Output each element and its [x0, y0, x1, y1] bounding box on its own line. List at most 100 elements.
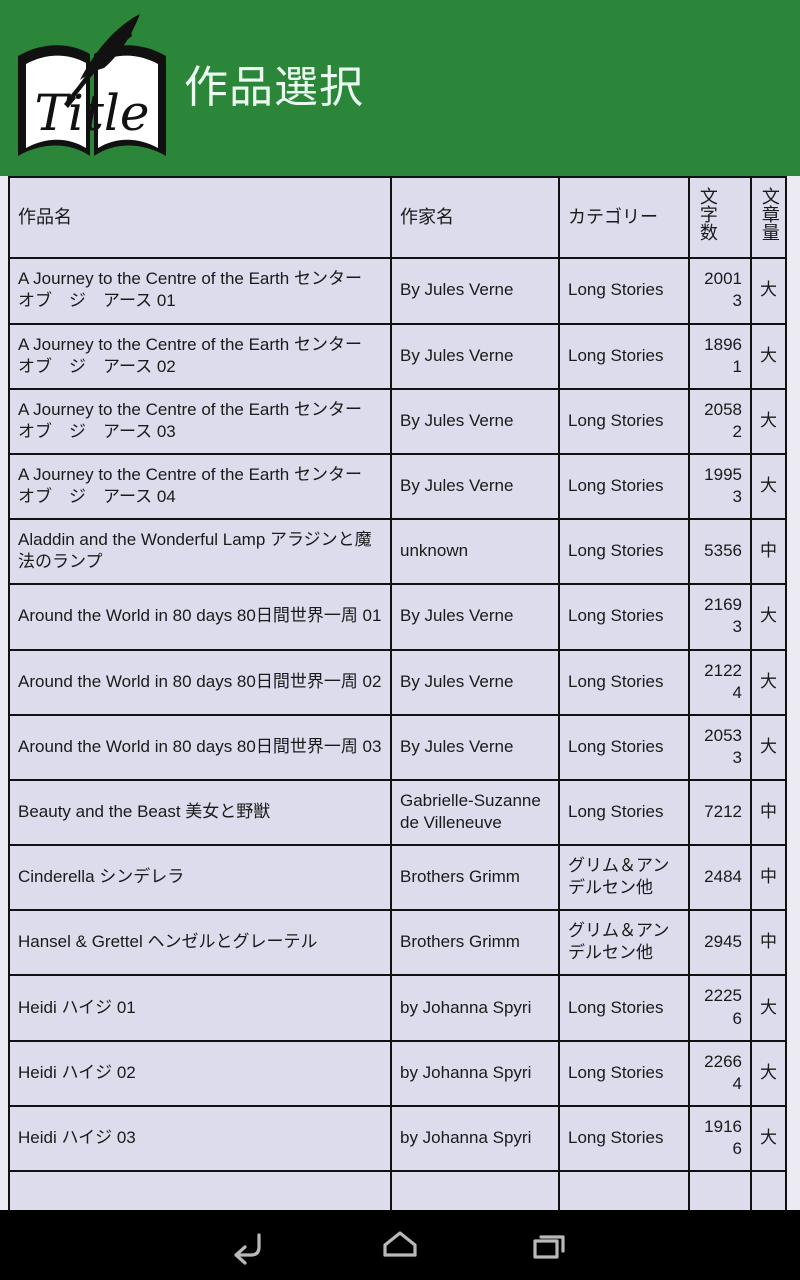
svg-text:Title: Title: [34, 84, 149, 142]
work-title-cell: Aladdin and the Wonderful Lamp アラジンと魔法のラ…: [8, 518, 392, 586]
app-screen: Title 作品選択 作品名 作家名 カテゴリー 文字数 文章量 A Journ…: [0, 0, 800, 1280]
work-charcount-cell: 20582: [688, 387, 752, 455]
app-header: Title 作品選択: [0, 0, 800, 176]
title-book-quill-logo: Title: [12, 8, 172, 168]
work-title-cell: Heidi ハイジ 02: [8, 1039, 392, 1107]
work-title-cell: A Journey to the Centre of the Earth センタ…: [8, 387, 392, 455]
work-author-cell: By Jules Verne: [390, 648, 560, 716]
work-volume-cell: 大: [750, 648, 787, 716]
work-author-cell: By Jules Verne: [390, 583, 560, 651]
work-category-cell: Long Stories: [558, 257, 690, 325]
table-row[interactable]: [8, 1170, 787, 1210]
table-row[interactable]: Around the World in 80 days 80日間世界一周 01 B…: [8, 583, 787, 651]
work-category-cell: Long Stories: [558, 1039, 690, 1107]
work-category-cell: グリム＆アンデルセン他: [558, 844, 690, 912]
table-row[interactable]: Heidi ハイジ 01 by Johanna Spyri Long Stories…: [8, 974, 787, 1042]
work-category-cell: Long Stories: [558, 778, 690, 847]
table-row[interactable]: A Journey to the Centre of the Earth センタ…: [8, 257, 787, 325]
work-author-cell: Brothers Grimm: [390, 844, 560, 912]
home-icon[interactable]: [325, 1210, 475, 1280]
work-author-cell: Gabrielle-Suzanne de Villeneuve: [390, 778, 560, 847]
work-title-cell: Beauty and the Beast 美女と野獣: [8, 778, 392, 847]
work-category-cell: Long Stories: [558, 387, 690, 455]
work-charcount-cell: 7212: [688, 778, 752, 847]
back-icon[interactable]: [175, 1210, 325, 1280]
work-charcount-cell: 19953: [688, 452, 752, 521]
work-volume-cell: 大: [750, 452, 787, 521]
work-category-cell: グリム＆アンデルセン他: [558, 909, 690, 977]
work-category-cell: Long Stories: [558, 713, 690, 781]
work-title-cell: Around the World in 80 days 80日間世界一周 01: [8, 583, 392, 651]
column-header-volume-label: 文章量: [759, 187, 780, 241]
column-header-title[interactable]: 作品名: [8, 176, 392, 260]
work-title-cell: A Journey to the Centre of the Earth センタ…: [8, 452, 392, 521]
table-row[interactable]: A Journey to the Centre of the Earth センタ…: [8, 387, 787, 455]
work-volume-cell: 大: [750, 583, 787, 651]
work-volume-cell: 中: [750, 844, 787, 912]
work-charcount-cell: 2484: [688, 844, 752, 912]
work-title-cell: [8, 1170, 392, 1210]
work-charcount-cell: 19166: [688, 1104, 752, 1173]
work-volume-cell: 大: [750, 322, 787, 390]
table-header-row: 作品名 作家名 カテゴリー 文字数 文章量: [8, 176, 787, 260]
column-header-charcount-label: 文字数: [697, 187, 718, 241]
table-row[interactable]: Around the World in 80 days 80日間世界一周 02 B…: [8, 648, 787, 716]
work-volume-cell: [750, 1170, 787, 1210]
work-volume-cell: 大: [750, 713, 787, 781]
work-charcount-cell: [688, 1170, 752, 1210]
column-header-volume[interactable]: 文章量: [750, 176, 787, 260]
work-volume-cell: 大: [750, 1104, 787, 1173]
work-title-cell: Heidi ハイジ 03: [8, 1104, 392, 1173]
table-row[interactable]: Beauty and the Beast 美女と野獣 Gabrielle-Suza…: [8, 778, 787, 847]
table-row[interactable]: Heidi ハイジ 02 by Johanna Spyri Long Stories…: [8, 1039, 787, 1107]
work-category-cell: Long Stories: [558, 974, 690, 1042]
work-charcount-cell: 21224: [688, 648, 752, 716]
work-category-cell: [558, 1170, 690, 1210]
work-category-cell: Long Stories: [558, 322, 690, 390]
work-volume-cell: 大: [750, 974, 787, 1042]
work-volume-cell: 中: [750, 909, 787, 977]
table-row[interactable]: Cinderella シンデレラ Brothers Grimm グリム＆アンデルセン…: [8, 844, 787, 912]
work-title-cell: Around the World in 80 days 80日間世界一周 03: [8, 713, 392, 781]
work-author-cell: [390, 1170, 560, 1210]
work-category-cell: Long Stories: [558, 452, 690, 521]
work-charcount-cell: 18961: [688, 322, 752, 390]
work-category-cell: Long Stories: [558, 583, 690, 651]
work-volume-cell: 大: [750, 387, 787, 455]
android-navigation-bar: [0, 1210, 800, 1280]
column-header-charcount[interactable]: 文字数: [688, 176, 752, 260]
work-category-cell: Long Stories: [558, 1104, 690, 1173]
page-title: 作品選択: [184, 62, 364, 113]
recents-icon[interactable]: [475, 1210, 625, 1280]
work-title-cell: A Journey to the Centre of the Earth センタ…: [8, 257, 392, 325]
work-author-cell: by Johanna Spyri: [390, 1104, 560, 1173]
works-table-body: A Journey to the Centre of the Earth センタ…: [8, 257, 787, 1210]
work-author-cell: By Jules Verne: [390, 257, 560, 325]
work-title-cell: Cinderella シンデレラ: [8, 844, 392, 912]
work-charcount-cell: 22664: [688, 1039, 752, 1107]
work-author-cell: unknown: [390, 518, 560, 586]
table-row[interactable]: Hansel & Grettel ヘンゼルとグレーテル Brothers Grim…: [8, 909, 787, 977]
table-row[interactable]: Aladdin and the Wonderful Lamp アラジンと魔法のラ…: [8, 518, 787, 586]
work-volume-cell: 大: [750, 257, 787, 325]
work-volume-cell: 大: [750, 1039, 787, 1107]
work-category-cell: Long Stories: [558, 648, 690, 716]
table-row[interactable]: A Journey to the Centre of the Earth センタ…: [8, 322, 787, 390]
work-charcount-cell: 2945: [688, 909, 752, 977]
table-row[interactable]: Heidi ハイジ 03 by Johanna Spyri Long Stories…: [8, 1104, 787, 1173]
work-title-cell: Hansel & Grettel ヘンゼルとグレーテル: [8, 909, 392, 977]
work-title-cell: Heidi ハイジ 01: [8, 974, 392, 1042]
table-row[interactable]: A Journey to the Centre of the Earth センタ…: [8, 452, 787, 521]
column-header-author[interactable]: 作家名: [390, 176, 560, 260]
work-author-cell: Brothers Grimm: [390, 909, 560, 977]
work-charcount-cell: 22256: [688, 974, 752, 1042]
work-author-cell: By Jules Verne: [390, 322, 560, 390]
table-row[interactable]: Around the World in 80 days 80日間世界一周 03 B…: [8, 713, 787, 781]
column-header-category[interactable]: カテゴリー: [558, 176, 690, 260]
work-author-cell: By Jules Verne: [390, 452, 560, 521]
work-charcount-cell: 21693: [688, 583, 752, 651]
work-charcount-cell: 20013: [688, 257, 752, 325]
work-author-cell: By Jules Verne: [390, 387, 560, 455]
works-list-scroll-area[interactable]: 作品名 作家名 カテゴリー 文字数 文章量 A Journey to the C…: [0, 176, 800, 1210]
work-charcount-cell: 5356: [688, 518, 752, 586]
